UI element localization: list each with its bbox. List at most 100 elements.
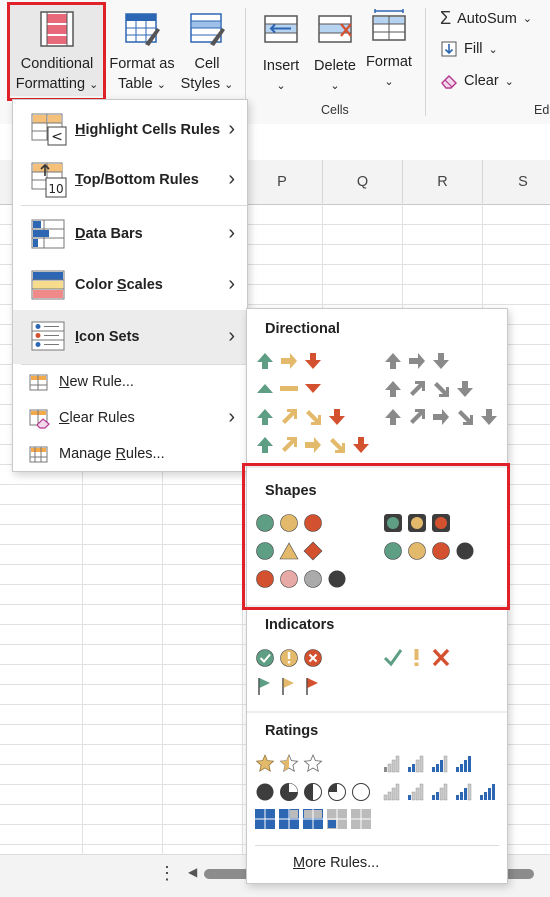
menu-separator bbox=[21, 364, 247, 365]
insert-cells-icon bbox=[264, 15, 298, 43]
menu-item-label: Data Bars bbox=[75, 226, 143, 242]
icon-set-3-arrows-gray[interactable] bbox=[385, 353, 449, 369]
icon-set-3-signs[interactable] bbox=[256, 541, 323, 561]
editing-group-label: Edi bbox=[534, 103, 550, 117]
more-rules-link[interactable]: More Rules... bbox=[293, 855, 379, 871]
conditional-formatting-menu: < Highlight Cells Rules › 10 Top/Bottom … bbox=[12, 99, 248, 472]
icon-set-4-arrows-colored[interactable] bbox=[257, 409, 345, 425]
delete-label: Delete bbox=[314, 58, 356, 74]
cell-styles-label-2: Styles bbox=[180, 76, 221, 92]
icon-set-3-symbols-uncircled[interactable] bbox=[383, 648, 450, 667]
data-bars-icon bbox=[31, 219, 65, 249]
icon-set-3-symbols-circled[interactable] bbox=[256, 649, 322, 667]
icon-set-3-traffic-lights-rimmed[interactable] bbox=[384, 514, 450, 532]
icon-set-3-traffic-lights-unrimmed[interactable] bbox=[256, 514, 322, 532]
column-header-s[interactable]: S bbox=[483, 160, 550, 205]
submenu-arrow-icon: › bbox=[228, 118, 235, 140]
fill-label: Fill bbox=[464, 41, 483, 57]
menu-item-icon-sets[interactable]: Icon Sets › bbox=[13, 310, 247, 364]
format-as-table-button[interactable]: Format as Table ⌄ bbox=[106, 4, 178, 96]
menu-item-new-rule[interactable]: New Rule... bbox=[13, 366, 247, 400]
submenu-arrow-icon: › bbox=[228, 222, 235, 244]
menu-item-label: Color Scales bbox=[75, 277, 163, 293]
chevron-down-icon: ⌄ bbox=[330, 80, 340, 92]
section-title-indicators: Indicators bbox=[265, 617, 335, 633]
chevron-down-icon: ⌄ bbox=[504, 75, 514, 88]
chevron-down-icon: ⌄ bbox=[384, 76, 394, 88]
format-as-table-icon bbox=[125, 13, 160, 46]
delete-cells-icon bbox=[318, 15, 352, 43]
icon-set-4-ratings[interactable] bbox=[384, 755, 471, 773]
menu-item-label: Manage Rules... bbox=[59, 446, 165, 462]
delete-button[interactable]: Delete ⌄ bbox=[310, 4, 360, 96]
top-bottom-icon: 10 bbox=[31, 162, 67, 198]
menu-item-manage-rules[interactable]: Manage Rules... bbox=[13, 438, 247, 472]
eraser-icon bbox=[441, 75, 457, 89]
menu-item-highlight-cells-rules[interactable]: < Highlight Cells Rules › bbox=[13, 108, 247, 152]
icon-set-3-arrows-colored[interactable] bbox=[257, 353, 321, 369]
menu-item-top-bottom-rules[interactable]: 10 Top/Bottom Rules › bbox=[13, 158, 247, 202]
menu-item-color-scales[interactable]: Color Scales › bbox=[13, 263, 247, 307]
conditional-formatting-button[interactable]: Conditional Formatting ⌄ bbox=[10, 4, 104, 96]
chevron-down-icon: ⌄ bbox=[89, 79, 99, 91]
submenu-arrow-icon: › bbox=[228, 273, 235, 295]
autosum-label: AutoSum bbox=[457, 10, 517, 27]
chevron-down-icon: ⌄ bbox=[156, 79, 166, 91]
column-header-p[interactable]: P bbox=[242, 160, 323, 205]
menu-item-label: Top/Bottom Rules bbox=[75, 172, 199, 188]
icon-set-4-traffic-lights[interactable] bbox=[384, 542, 474, 560]
chevron-down-icon: ⌄ bbox=[522, 13, 533, 25]
cell-styles-label-1: Cell bbox=[194, 56, 220, 72]
chevron-down-icon: ⌄ bbox=[224, 79, 234, 91]
cell-styles-icon bbox=[190, 13, 225, 46]
svg-text:10: 10 bbox=[48, 182, 63, 196]
new-rule-icon bbox=[29, 374, 48, 391]
format-button[interactable]: Format ⌄ bbox=[362, 4, 416, 96]
insert-button[interactable]: Insert ⌄ bbox=[252, 4, 310, 96]
icon-set-5-quarters[interactable] bbox=[256, 783, 370, 801]
highlight-cells-icon: < bbox=[31, 113, 67, 146]
cells-group-label: Cells bbox=[321, 103, 349, 117]
more-options-icon[interactable]: ⋮ bbox=[158, 863, 176, 884]
conditional-formatting-label-1: Conditional bbox=[20, 56, 94, 72]
section-title-shapes: Shapes bbox=[265, 483, 317, 499]
icon-set-5-arrows-colored[interactable] bbox=[257, 437, 369, 453]
chevron-down-icon: ⌄ bbox=[276, 80, 286, 92]
scroll-left-icon[interactable]: ◀ bbox=[188, 865, 197, 879]
autosum-button[interactable]: Σ AutoSum ⌄ bbox=[440, 8, 532, 29]
menu-item-data-bars[interactable]: Data Bars › bbox=[13, 212, 247, 256]
format-label: Format bbox=[366, 54, 412, 70]
fill-button[interactable]: Fill ⌄ bbox=[440, 40, 498, 58]
menu-separator bbox=[255, 845, 499, 846]
manage-rules-icon bbox=[29, 446, 48, 463]
insert-label: Insert bbox=[262, 58, 300, 74]
menu-item-label: Clear Rules bbox=[59, 410, 135, 426]
column-header-q[interactable]: Q bbox=[323, 160, 403, 205]
cell-styles-button[interactable]: Cell Styles ⌄ bbox=[178, 4, 236, 96]
clear-label: Clear bbox=[464, 73, 499, 89]
clear-rules-icon bbox=[29, 409, 50, 429]
submenu-arrow-icon: › bbox=[228, 325, 235, 347]
icon-set-5-boxes[interactable] bbox=[255, 807, 385, 831]
icon-set-5-ratings[interactable] bbox=[383, 783, 495, 801]
svg-text:<: < bbox=[51, 129, 63, 145]
chevron-down-icon: ⌄ bbox=[488, 43, 498, 56]
menu-item-label: New Rule... bbox=[59, 374, 134, 390]
submenu-arrow-icon: › bbox=[228, 168, 235, 190]
color-scales-icon bbox=[31, 270, 65, 300]
section-title-ratings: Ratings bbox=[265, 723, 319, 739]
menu-item-clear-rules[interactable]: Clear Rules › bbox=[13, 402, 247, 436]
menu-item-label: Highlight Cells Rules bbox=[75, 122, 221, 138]
format-cells-icon bbox=[372, 9, 406, 41]
icon-set-red-to-black[interactable] bbox=[256, 570, 346, 588]
icon-set-3-triangles[interactable] bbox=[257, 384, 321, 393]
menu-separator bbox=[21, 205, 247, 206]
sigma-icon: Σ bbox=[440, 8, 452, 28]
ribbon-separator bbox=[425, 8, 426, 116]
clear-button[interactable]: Clear ⌄ bbox=[440, 72, 514, 90]
column-header-r[interactable]: R bbox=[403, 160, 483, 205]
icon-set-3-stars[interactable] bbox=[255, 753, 323, 773]
icon-set-4-arrows-gray[interactable] bbox=[385, 381, 473, 397]
icon-set-3-flags[interactable] bbox=[258, 678, 318, 695]
icon-set-5-arrows-gray[interactable] bbox=[385, 409, 497, 425]
